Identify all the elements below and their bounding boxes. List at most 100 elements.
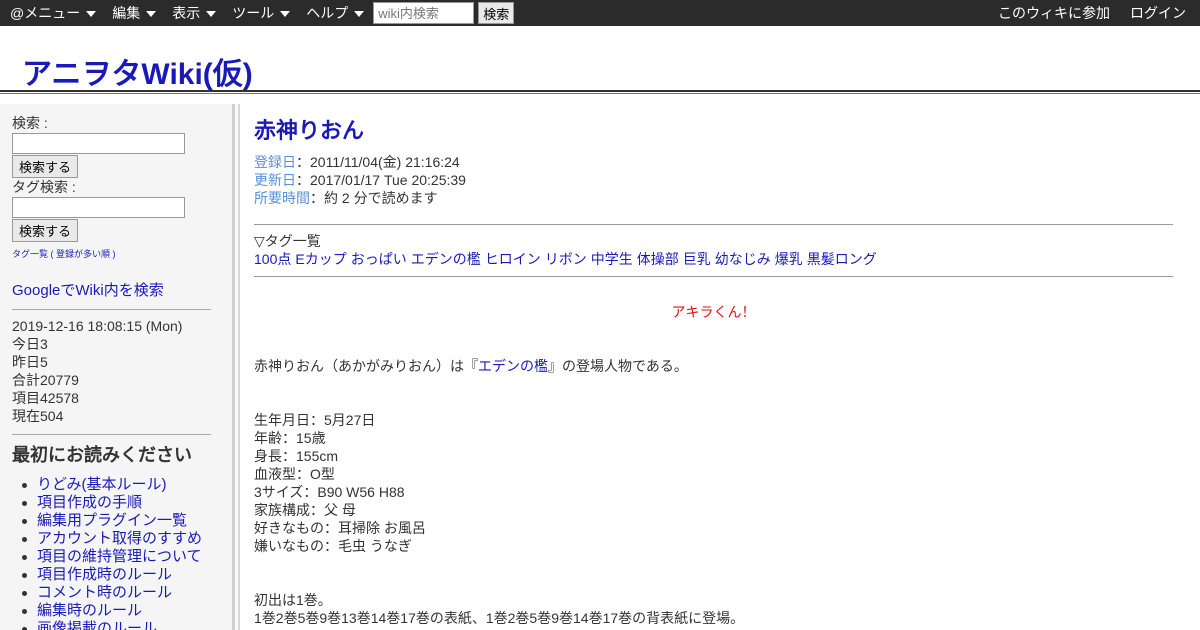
- reading-time-value: ：約 2 分で読めます: [310, 190, 438, 206]
- sidebar-divider: [12, 309, 211, 310]
- main-content: 赤神りおん 登録日：2011/11/04(金) 21:16:24 更新日：201…: [240, 104, 1190, 630]
- sidebar-divider: [12, 434, 211, 435]
- tag-link[interactable]: 幼なじみ: [715, 251, 771, 267]
- first-appearance: 初出は1巻。: [254, 592, 332, 608]
- tag-link[interactable]: 体操部: [637, 251, 679, 267]
- menu-edit[interactable]: 編集: [112, 3, 157, 23]
- caret-down-icon: [354, 11, 365, 17]
- site-header: アニヲタWiki(仮): [0, 26, 1200, 93]
- stats-current: 現在504: [12, 408, 64, 424]
- profile-block: 生年月日：5月27日 年齢：15歳 身長：155cm 血液型：O型 3サイズ：B…: [254, 411, 1190, 555]
- menu-label: @メニュー: [10, 5, 81, 21]
- sidebar-search-button[interactable]: 検索する: [12, 155, 79, 178]
- header-divider: [0, 90, 1200, 94]
- join-wiki-link[interactable]: このウィキに参加: [998, 3, 1110, 23]
- page-meta: 登録日：2011/11/04(金) 21:16:24 更新日：2017/01/1…: [254, 153, 1190, 207]
- tag-search-input[interactable]: [12, 197, 185, 218]
- stats-items: 項目42578: [12, 390, 79, 406]
- tags-heading[interactable]: ▽タグ一覧: [254, 232, 1190, 250]
- reading-time: 所要時間：約 2 分で読めます: [254, 189, 1190, 207]
- search-label: 検索 :: [12, 115, 48, 131]
- menu-label: 表示: [172, 5, 201, 21]
- content-divider: [254, 276, 1173, 277]
- tag-link[interactable]: 中学生: [591, 251, 633, 267]
- read-first-item[interactable]: 編集用プラグイン一覧: [22, 512, 220, 530]
- profile-line: 3サイズ：B90 W56 H88: [254, 484, 405, 500]
- intro-text: 赤神りおん（あかがみりおん）は『: [254, 358, 478, 374]
- caret-down-icon: [146, 11, 157, 17]
- wiki-search-button[interactable]: 検索: [478, 2, 515, 24]
- tag-link[interactable]: 爆乳: [775, 251, 803, 267]
- access-stats: 2019-12-16 18:08:15 (Mon) 今日3 昨日5 合計2077…: [12, 317, 220, 425]
- tag-link[interactable]: エデンの檻: [411, 251, 481, 267]
- cover-appearances: 1巻2巻5巻9巻13巻14巻17巻の表紙、1巻2巻5巻9巻14巻17巻の背表紙に…: [254, 610, 745, 626]
- updated-key: 更新日: [254, 172, 296, 188]
- sidebar: 検索 : 検索する タグ検索 : 検索する タグ一覧 ( 登録が多い順 ) Go…: [0, 104, 232, 630]
- menu-label: 編集: [112, 5, 141, 21]
- account-links: このウィキに参加 ログイン: [978, 3, 1200, 23]
- profile-line: 血液型：O型: [254, 466, 335, 482]
- intro-paragraph: 赤神りおん（あかがみりおん）は『エデンの檻』の登場人物である。: [254, 357, 1190, 375]
- appearance-block: 初出は1巻。 1巻2巻5巻9巻13巻14巻17巻の表紙、1巻2巻5巻9巻14巻1…: [254, 591, 1190, 627]
- tag-link[interactable]: おっぱい: [351, 251, 407, 267]
- tag-list-link[interactable]: タグ一覧 ( 登録が多い順 ): [12, 248, 220, 260]
- profile-line: 嫌いなもの：毛虫 うなぎ: [254, 538, 412, 554]
- reading-time-key: 所要時間: [254, 190, 310, 206]
- top-menu: @メニュー 編集 表示 ツール ヘルプ: [0, 3, 380, 23]
- caret-down-icon: [206, 11, 217, 17]
- read-first-list: りどみ(基本ルール) 項目作成の手順 編集用プラグイン一覧 アカウント取得のすす…: [12, 476, 220, 630]
- registered-value: ：2011/11/04(金) 21:16:24: [296, 154, 460, 170]
- sidebar-separator: [232, 104, 240, 630]
- login-link[interactable]: ログイン: [1130, 3, 1186, 23]
- caret-down-icon: [86, 11, 97, 17]
- intro-text: 』の登場人物である。: [548, 358, 688, 374]
- read-first-item[interactable]: 画像掲載のルール: [22, 620, 220, 630]
- profile-line: 身長：155cm: [254, 448, 339, 464]
- stats-datetime: 2019-12-16 18:08:15 (Mon): [12, 318, 183, 334]
- tag-link[interactable]: Eカップ: [295, 251, 346, 267]
- tag-search-label: タグ検索 :: [12, 179, 76, 195]
- stats-total: 合計20779: [12, 372, 79, 388]
- updated-date: 更新日：2017/01/17 Tue 20:25:39: [254, 171, 1190, 189]
- registered-key: 登録日: [254, 154, 296, 170]
- menu-label: ヘルプ: [306, 5, 349, 21]
- menu-atmenu[interactable]: @メニュー: [10, 3, 97, 23]
- tag-search-button[interactable]: 検索する: [12, 219, 79, 242]
- read-first-item[interactable]: アカウント取得のすすめ: [22, 530, 220, 548]
- tag-link[interactable]: 巨乳: [683, 251, 711, 267]
- profile-line: 好きなもの：耳掃除 お風呂: [254, 520, 426, 536]
- series-link[interactable]: エデンの檻: [478, 358, 548, 374]
- profile-line: 年齢：15歳: [254, 430, 326, 446]
- menu-help[interactable]: ヘルプ: [306, 3, 365, 23]
- updated-value: ：2017/01/17 Tue 20:25:39: [296, 172, 466, 188]
- top-navigation-bar: @メニュー 編集 表示 ツール ヘルプ 検索 このウィキに参加 ログイン: [0, 0, 1200, 26]
- wiki-search-input[interactable]: [373, 2, 475, 24]
- stats-today: 今日3: [12, 336, 48, 352]
- read-first-item[interactable]: コメント時のルール: [22, 584, 220, 602]
- read-first-item[interactable]: 項目作成の手順: [22, 494, 220, 512]
- read-first-item[interactable]: 項目作成時のルール: [22, 566, 220, 584]
- site-title[interactable]: アニヲタWiki(仮): [22, 49, 253, 93]
- read-first-heading: 最初にお読みください: [12, 445, 192, 465]
- page-title[interactable]: 赤神りおん: [254, 117, 1190, 145]
- stats-yesterday: 昨日5: [12, 354, 48, 370]
- menu-tools[interactable]: ツール: [232, 3, 291, 23]
- tag-link[interactable]: リボン: [545, 251, 587, 267]
- profile-line: 生年月日：5月27日: [254, 412, 376, 428]
- profile-line: 家族構成：父 母: [254, 502, 356, 518]
- read-first-item[interactable]: 編集時のルール: [22, 602, 220, 620]
- menu-label: ツール: [232, 5, 275, 21]
- tag-list: 100点 Eカップ おっぱい エデンの檻 ヒロイン リボン 中学生 体操部 巨乳 幼なじみ 爆乳 黒髪…: [254, 250, 1190, 268]
- content-divider: [254, 224, 1173, 225]
- tag-link[interactable]: 100点: [254, 251, 291, 267]
- character-quote: アキラくん！: [671, 304, 756, 320]
- read-first-item[interactable]: 項目の維持管理について: [22, 548, 220, 566]
- google-search-link[interactable]: GoogleでWiki内を検索: [12, 282, 220, 300]
- tag-link[interactable]: ヒロイン: [485, 251, 541, 267]
- registered-date: 登録日：2011/11/04(金) 21:16:24: [254, 153, 1190, 171]
- caret-down-icon: [280, 11, 291, 17]
- read-first-item[interactable]: りどみ(基本ルール): [22, 476, 220, 494]
- menu-view[interactable]: 表示: [172, 3, 217, 23]
- tag-link[interactable]: 黒髪ロング: [807, 251, 877, 267]
- sidebar-search-input[interactable]: [12, 133, 185, 154]
